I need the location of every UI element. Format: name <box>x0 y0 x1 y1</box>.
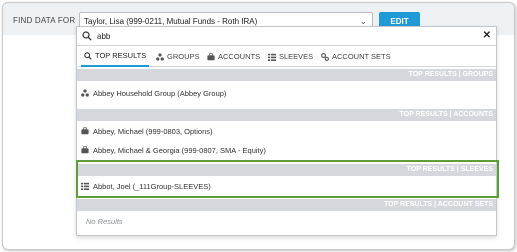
tab-account-sets[interactable]: ACCOUNT SETS <box>318 46 394 67</box>
section-header-groups: TOP RESULTS | GROUPS <box>77 69 496 81</box>
result-item-account[interactable]: Abbey, Michael & Georgia (999-0807, SMA … <box>77 142 496 158</box>
sleeves-highlight-box <box>76 160 499 198</box>
briefcase-icon <box>207 52 215 60</box>
section-header-account-sets: TOP RESULTS | ACCOUNT SETS <box>77 199 496 211</box>
find-data-label: FIND DATA FOR <box>13 16 76 25</box>
briefcase-icon <box>81 146 89 154</box>
briefcase-icon <box>81 127 89 135</box>
result-item-label: Abbey, Michael (999-0803, Options) <box>93 126 213 136</box>
groups-icon <box>81 89 89 97</box>
search-icon <box>82 31 92 41</box>
search-row: ✕ <box>77 27 496 46</box>
tab-groups-label: GROUPS <box>167 52 200 61</box>
selected-account-text: Taylor, Lisa (999-0211, Mutual Funds - R… <box>84 17 258 26</box>
groups-icon <box>156 52 164 61</box>
result-item-label: Abbey, Michael & Georgia (999-0807, SMA … <box>93 145 266 155</box>
result-item-account[interactable]: Abbey, Michael (999-0803, Options) <box>77 123 496 139</box>
tab-groups[interactable]: GROUPS <box>153 46 203 67</box>
result-item-label: Abbey Household Group (Abbey Group) <box>93 88 227 98</box>
tab-top-results-label: TOP RESULTS <box>95 51 147 60</box>
tab-account-sets-label: ACCOUNT SETS <box>332 52 391 61</box>
tab-accounts-label: ACCOUNTS <box>218 52 261 61</box>
tab-top-results[interactable]: TOP RESULTS <box>81 46 150 67</box>
tab-sleeves[interactable]: SLEEVES <box>265 46 316 67</box>
no-results-text: No Results <box>86 217 123 226</box>
result-item-group[interactable]: Abbey Household Group (Abbey Group) <box>77 85 496 101</box>
clear-search-icon[interactable]: ✕ <box>483 30 491 41</box>
sleeves-icon <box>268 53 276 61</box>
search-input[interactable] <box>97 29 467 43</box>
result-tabs: TOP RESULTS GROUPS ACCOUNTS SLEEVES ACCO… <box>77 46 496 67</box>
tab-accounts[interactable]: ACCOUNTS <box>204 46 263 67</box>
gears-icon <box>321 52 329 61</box>
search-dropdown: ✕ TOP RESULTS GROUPS ACCOUNTS SLEEVES AC… <box>76 26 497 236</box>
search-icon <box>84 51 92 60</box>
tab-sleeves-label: SLEEVES <box>279 52 314 61</box>
section-header-accounts: TOP RESULTS | ACCOUNTS <box>77 109 496 121</box>
